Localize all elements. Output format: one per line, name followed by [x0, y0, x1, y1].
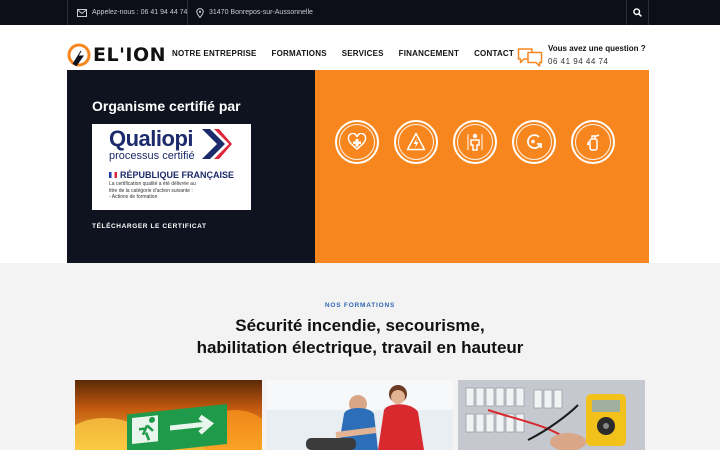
certification-title: Organisme certifié par [92, 98, 241, 114]
contact-question-box[interactable]: Vous avez une question ? 06 41 94 44 74 [517, 44, 657, 70]
badge-fire-extinguisher[interactable] [571, 120, 615, 164]
formation-card-fire-safety[interactable] [75, 380, 262, 450]
first-aid-heart-icon [347, 133, 367, 150]
site-logo[interactable]: EL'ION [67, 41, 166, 69]
electrical-hazard-icon [406, 132, 426, 151]
map-pin-icon [196, 7, 204, 18]
qualiopi-certificate: Qualiopi processus certifié RÉPUBLIQUE F… [92, 124, 251, 210]
section-kicker: NOS FORMATIONS [324, 302, 396, 309]
qualiopi-subtitle: processus certifié [109, 150, 195, 162]
training-badges-panel [315, 70, 649, 263]
french-flag-icon [109, 172, 117, 178]
formation-card-electrical[interactable] [458, 380, 645, 450]
nav-item-contact[interactable]: CONTACT [474, 49, 514, 58]
section-title: Sécurité incendie, secourisme, habilitat… [196, 316, 524, 357]
qualiopi-logo-text: Qualiopi [109, 126, 194, 151]
top-bar-phone-text: Appelez-nous : 06 41 94 44 74 [92, 9, 188, 16]
republique-francaise-label: RÉPUBLIQUE FRANÇAISE [109, 170, 234, 180]
badge-electrical[interactable] [394, 120, 438, 164]
logo-text: EL'ION [93, 44, 167, 66]
contact-question-phone[interactable]: 06 41 94 44 74 [548, 57, 608, 66]
download-certificate-link[interactable]: TÉLÉCHARGER LE CERTIFICAT [92, 223, 207, 230]
emergency-exit-sign-fire-image [75, 380, 262, 450]
evacuation-icon [527, 134, 542, 149]
top-bar: Appelez-nous : 06 41 94 44 74 31470 Bonr… [0, 0, 720, 25]
badge-evacuation[interactable] [512, 120, 556, 164]
badge-work-at-height[interactable] [453, 120, 497, 164]
certificate-scope-text: La certification qualité a été délivrée … [109, 181, 196, 200]
nav-item-notre-entreprise[interactable]: NOTRE ENTREPRISE [172, 49, 257, 58]
main-nav: NOTRE ENTREPRISE FORMATIONS SERVICES FIN… [172, 49, 529, 58]
electrical-panel-multimeter-image [458, 380, 645, 450]
formation-card-first-aid[interactable] [266, 380, 453, 450]
contact-question-text: Vous avez une question ? [548, 44, 646, 53]
chat-bubbles-icon [517, 48, 543, 67]
top-bar-container: Appelez-nous : 06 41 94 44 74 31470 Bonr… [67, 0, 649, 25]
qualiopi-chevrons-icon [202, 129, 232, 159]
top-bar-address: 31470 Bonrepos-sur-Aussonnelle [196, 0, 313, 25]
envelope-icon [77, 8, 87, 17]
logo-mark-icon [67, 43, 91, 67]
fire-extinguisher-icon [587, 134, 600, 151]
formations-section: NOS FORMATIONS Sécurité incendie, secour… [0, 263, 720, 450]
top-bar-divider [187, 0, 188, 25]
nav-item-services[interactable]: SERVICES [342, 49, 384, 58]
certification-panel: Organisme certifié par Qualiopi processu… [67, 70, 315, 263]
search-icon [633, 8, 642, 17]
nav-item-formations[interactable]: FORMATIONS [272, 49, 327, 58]
search-button[interactable] [626, 0, 648, 25]
fall-protection-icon [467, 133, 483, 151]
badge-first-aid[interactable] [335, 120, 379, 164]
nav-item-financement[interactable]: FINANCEMENT [399, 49, 459, 58]
top-bar-phone[interactable]: Appelez-nous : 06 41 94 44 74 [77, 0, 187, 25]
first-aid-training-image [266, 380, 453, 450]
top-bar-address-text: 31470 Bonrepos-sur-Aussonnelle [209, 9, 313, 16]
